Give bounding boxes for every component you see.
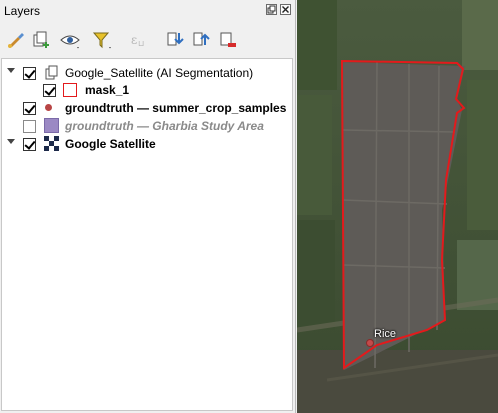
layer-label: Google Satellite (65, 137, 156, 151)
layer-visibility-checkbox[interactable] (23, 120, 36, 133)
expand-arrow-icon[interactable] (7, 68, 15, 73)
collapse-all-icon[interactable] (190, 28, 214, 52)
remove-layer-icon[interactable] (216, 28, 240, 52)
raster-layer-icon (44, 136, 59, 154)
add-group-icon[interactable] (29, 28, 53, 52)
sample-point-marker (366, 339, 374, 347)
layer-row-mask-1[interactable]: mask_1 (2, 81, 292, 99)
undock-panel-icon[interactable] (266, 4, 277, 15)
layer-visibility-checkbox[interactable] (23, 102, 36, 115)
expand-all-icon[interactable] (164, 28, 188, 52)
layer-row-summer-crop-samples[interactable]: groundtruth — summer_crop_samples (2, 99, 292, 117)
panel-title: Layers (4, 4, 41, 18)
layer-label: Google_Satellite (AI Segmentation) (65, 66, 254, 80)
layer-label: mask_1 (85, 83, 130, 97)
layer-row-google-satellite[interactable]: Google Satellite (2, 135, 292, 153)
layer-visibility-checkbox[interactable] (43, 84, 56, 97)
layer-visibility-checkbox[interactable] (23, 138, 36, 151)
svg-text:⊔: ⊔ (138, 39, 144, 48)
filter-legend-icon[interactable] (90, 28, 114, 52)
layer-label: groundtruth — summer_crop_samples (65, 101, 287, 115)
svg-text:ε: ε (131, 33, 137, 47)
style-brush-icon[interactable] (4, 28, 28, 52)
map-canvas[interactable]: Rice (297, 0, 498, 413)
expand-arrow-icon[interactable] (7, 139, 15, 144)
layers-panel: Layers ε ⊔ Google_Satellite (AI Segmenta… (0, 0, 296, 413)
point-symbol-icon (45, 104, 52, 111)
layers-panel-titlebar: Layers (0, 0, 296, 22)
layer-row-gharbia-study-area[interactable]: groundtruth — Gharbia Study Area (2, 117, 292, 135)
close-panel-icon[interactable] (280, 4, 291, 15)
point-label: Rice (374, 328, 397, 340)
layer-visibility-checkbox[interactable] (23, 67, 36, 80)
layers-toolbar: ε ⊔ (0, 26, 296, 54)
layer-row-google-satellite-ai-segmentation[interactable]: Google_Satellite (AI Segmentation) (2, 64, 292, 82)
polygon-symbol-icon (63, 83, 77, 97)
satellite-imagery (297, 0, 498, 413)
layer-label: groundtruth — Gharbia Study Area (65, 119, 264, 133)
layer-tree: Google_Satellite (AI Segmentation) mask_… (1, 58, 293, 411)
fill-symbol-icon (44, 118, 59, 133)
filter-expression-icon[interactable]: ε ⊔ (126, 28, 150, 52)
visibility-eye-icon[interactable] (58, 28, 82, 52)
